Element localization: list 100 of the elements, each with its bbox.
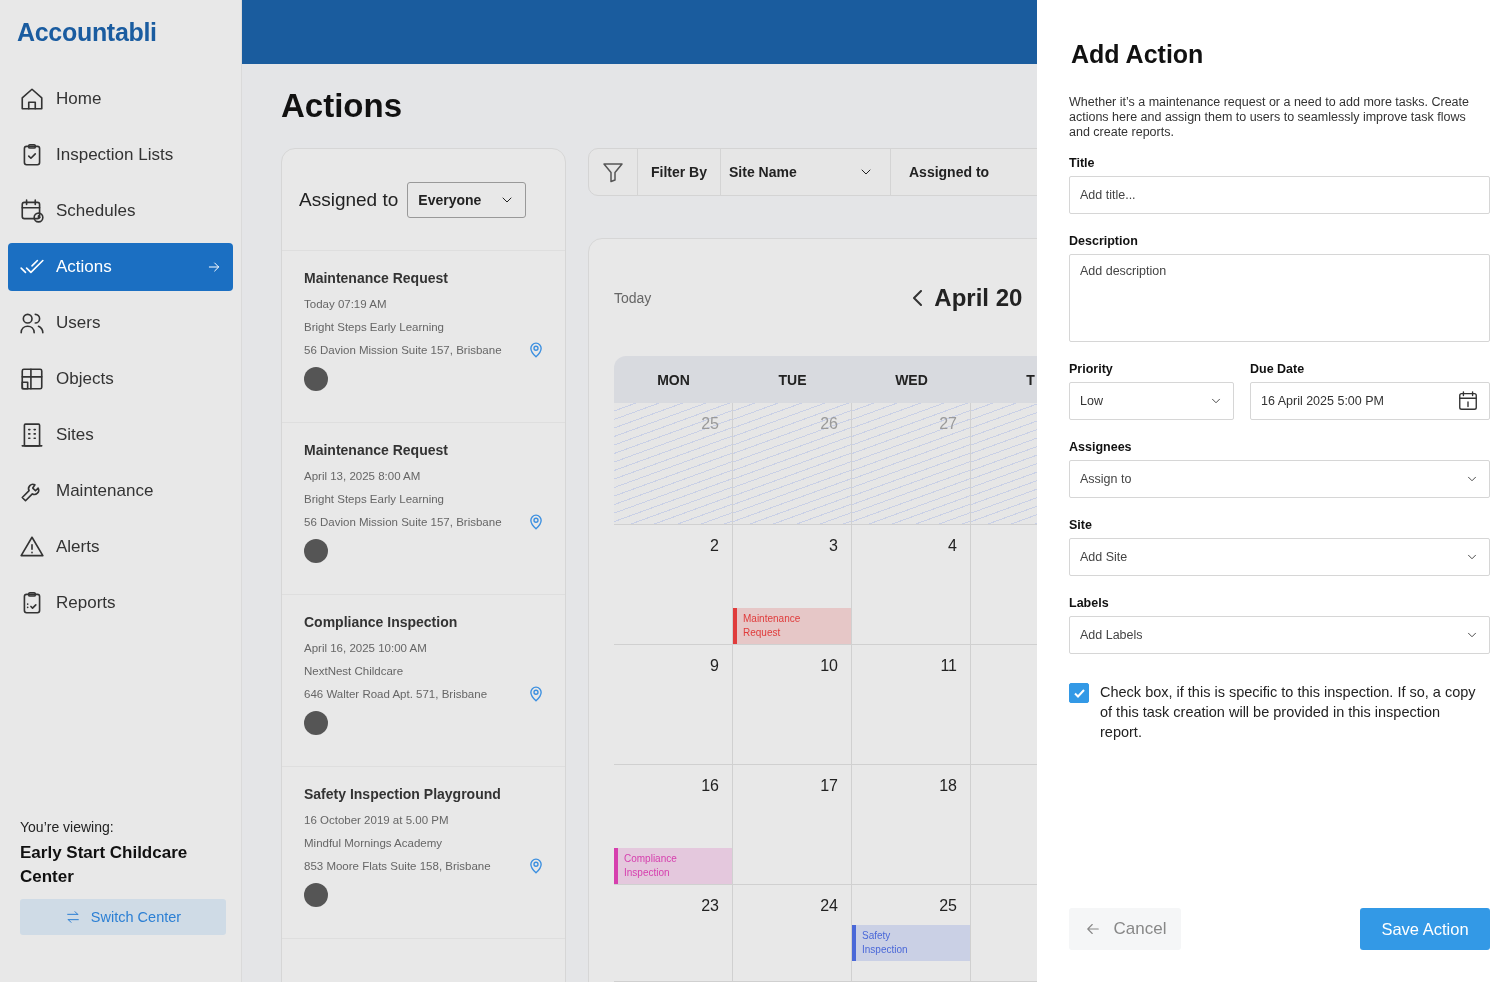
page-title: Actions: [281, 87, 402, 125]
layout-grid-icon: [19, 366, 45, 392]
assigned-to-label: Assigned to: [299, 188, 399, 211]
action-site: Mindful Mornings Academy: [304, 836, 443, 849]
calendar-day-cell[interactable]: 10: [733, 645, 852, 765]
assignees-select[interactable]: Assign to: [1069, 460, 1490, 498]
day-number: 17: [820, 776, 839, 795]
sidebar-item[interactable]: Inspection Lists: [8, 131, 233, 179]
title-input[interactable]: Add title...: [1069, 176, 1490, 214]
sidebar-item[interactable]: Home: [8, 75, 233, 123]
day-number: 4: [948, 536, 958, 555]
sidebar-item[interactable]: Objects: [8, 355, 233, 403]
action-time: April 16, 2025 10:00 AM: [304, 641, 427, 654]
action-title[interactable]: Maintenance Request: [304, 270, 543, 286]
action-time: 16 October 2019 at 5.00 PM: [304, 813, 449, 826]
arrow-right-icon: [206, 259, 222, 275]
field-label: Description: [1069, 234, 1139, 248]
action-address: 646 Walter Road Apt. 571, Brisbane: [304, 687, 488, 700]
sidebar-item[interactable]: Alerts: [8, 523, 233, 571]
filter-by-label: Filter By: [651, 164, 707, 180]
day-number: 27: [939, 414, 958, 433]
calendar-day-cell[interactable]: 2: [614, 525, 733, 645]
avatar-placeholder: [304, 883, 328, 907]
action-address: 56 Davion Mission Suite 157, Brisbane: [304, 343, 502, 356]
location-pin-icon[interactable]: [529, 857, 543, 874]
assigned-to-select[interactable]: Assigned to: [891, 149, 1037, 195]
weekday-header: WED: [895, 371, 928, 388]
day-number: 2: [710, 536, 720, 555]
avatar-placeholder: [304, 367, 328, 391]
calendar-day-cell[interactable]: 16 Compliance Inspection: [614, 765, 733, 885]
avatar-placeholder: [304, 539, 328, 563]
action-site: NextNest Childcare: [304, 664, 404, 677]
today-button[interactable]: Today: [614, 289, 652, 306]
viewing-label: You’re viewing:: [20, 819, 115, 835]
calendar-clock-icon: [19, 198, 45, 224]
day-number: 10: [820, 656, 839, 675]
day-number: 3: [829, 536, 839, 555]
calendar-icon: [1457, 390, 1479, 412]
chevron-left-icon[interactable]: [913, 289, 923, 306]
location-pin-icon[interactable]: [529, 513, 543, 530]
calendar-day-cell[interactable]: 9: [614, 645, 733, 765]
action-site: Bright Steps Early Learning: [304, 492, 444, 505]
day-number: 25: [701, 414, 720, 433]
weekday-header: T: [1026, 371, 1035, 388]
priority-select[interactable]: Low: [1069, 382, 1234, 420]
sidebar-item[interactable]: Reports: [8, 579, 233, 627]
check-icon: [1073, 688, 1085, 698]
calendar-day-cell[interactable]: 4: [852, 525, 971, 645]
description-input[interactable]: Add description: [1069, 254, 1490, 342]
app-logo[interactable]: Accountabli: [0, 0, 157, 65]
field-label: Site: [1069, 518, 1093, 532]
sidebar-item[interactable]: Maintenance: [8, 467, 233, 515]
building-icon: [19, 422, 45, 448]
due-date-input[interactable]: 16 April 2025 5:00 PM: [1250, 382, 1490, 420]
center-name: Early Start Childcare Center: [20, 842, 189, 888]
day-number: 18: [939, 776, 958, 795]
action-address: 853 Moore Flats Suite 158, Brisbane: [304, 859, 491, 872]
day-number: 16: [701, 776, 720, 795]
day-number: 26: [820, 414, 839, 433]
calendar-day-cell[interactable]: 25 Safety Inspection: [852, 885, 971, 982]
field-label: Priority: [1069, 362, 1114, 376]
avatar-placeholder: [304, 711, 328, 735]
weekday-header: TUE: [778, 371, 807, 388]
day-number: 25: [939, 896, 958, 915]
location-pin-icon[interactable]: [529, 341, 543, 358]
labels-select[interactable]: Add Labels: [1069, 616, 1490, 654]
field-label: Labels: [1069, 596, 1110, 610]
drawer-title: Add Action: [1071, 40, 1205, 69]
weekday-header: MON: [657, 371, 690, 388]
action-title[interactable]: Maintenance Request: [304, 442, 543, 458]
action-site: Bright Steps Early Learning: [304, 320, 444, 333]
inspection-checkbox[interactable]: [1069, 683, 1089, 703]
action-time: April 13, 2025 8:00 AM: [304, 469, 421, 482]
day-number: 11: [940, 656, 958, 675]
swap-arrows-icon: [64, 909, 81, 925]
calendar-day-cell[interactable]: 11: [852, 645, 971, 765]
site-select[interactable]: Add Site: [1069, 538, 1490, 576]
sidebar-item[interactable]: Schedules: [8, 187, 233, 235]
action-title[interactable]: Compliance Inspection: [304, 614, 543, 630]
location-pin-icon[interactable]: [529, 685, 543, 702]
field-label: Assignees: [1069, 440, 1133, 454]
checkbox-label: Check box, if this is specific to this inspection. If so, a copy of this task creation will be provided in this inspection report.: [1100, 683, 1477, 742]
sidebar-item[interactable]: Users: [8, 299, 233, 347]
calendar-day-cell[interactable]: 18: [852, 765, 971, 885]
day-number: 9: [710, 656, 720, 675]
calendar-day-cell[interactable]: 23: [614, 885, 733, 982]
sidebar-item[interactable]: Sites: [8, 411, 233, 459]
assignee-select[interactable]: Everyone: [407, 181, 527, 218]
calendar-day-cell[interactable]: 3 Maintenance Request: [733, 525, 852, 645]
sidebar-item[interactable]: Actions: [8, 243, 233, 291]
action-time: Today 07:19 AM: [304, 297, 387, 310]
field-label: Title: [1069, 156, 1096, 170]
action-title[interactable]: Safety Inspection Playground: [304, 786, 543, 802]
calendar-day-cell[interactable]: 24: [733, 885, 852, 982]
day-number: 24: [820, 896, 839, 915]
field-label: Due Date: [1250, 362, 1306, 376]
month-title: April 20: [934, 283, 1023, 312]
calendar-day-cell[interactable]: 17: [733, 765, 852, 885]
action-address: 56 Davion Mission Suite 157, Brisbane: [304, 515, 502, 528]
site-name-select[interactable]: Site Name: [721, 149, 891, 195]
